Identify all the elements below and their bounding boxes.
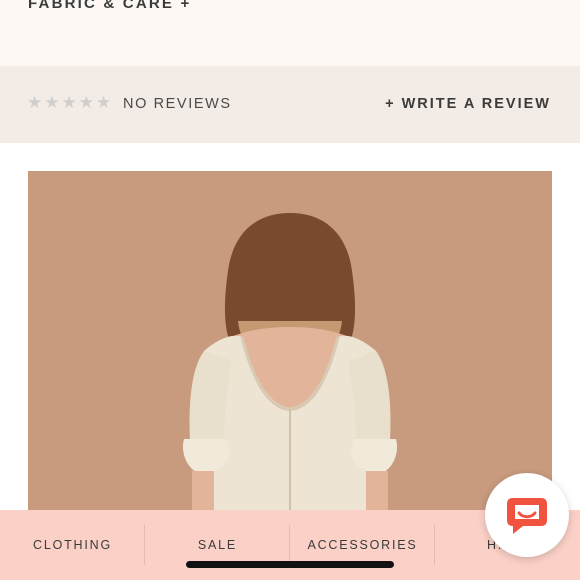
star-icon: ★ (96, 93, 112, 112)
star-icon: ★ (61, 93, 77, 112)
product-image[interactable] (28, 171, 552, 531)
write-review-link[interactable]: + WRITE A REVIEW (385, 96, 551, 112)
star-icon: ★ (78, 93, 94, 112)
chat-button[interactable] (485, 473, 569, 557)
fabric-care-accordion[interactable]: FABRIC & CARE + (0, 0, 580, 66)
home-indicator (186, 561, 394, 568)
review-count-text: NO REVIEWS (123, 96, 232, 112)
star-icon: ★ (27, 93, 43, 112)
nav-item-sale[interactable]: SALE (145, 510, 290, 580)
nav-item-clothing[interactable]: CLOTHING (0, 510, 145, 580)
chat-bubble-icon (507, 498, 547, 534)
rating-stars: ★ ★ ★ ★ ★ (27, 93, 111, 113)
nav-item-accessories[interactable]: ACCESSORIES (290, 510, 435, 580)
fabric-care-label[interactable]: FABRIC & CARE + (28, 0, 191, 12)
model-back-photo (28, 171, 552, 531)
star-icon: ★ (44, 93, 60, 112)
